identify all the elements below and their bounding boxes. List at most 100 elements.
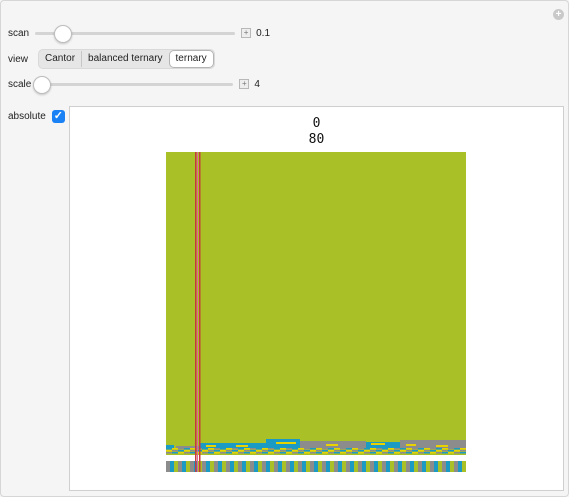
view-row: view Cantor balanced ternary ternary bbox=[8, 49, 215, 69]
scale-label: scale bbox=[8, 78, 32, 90]
band-stripe bbox=[460, 450, 466, 452]
scale-slider-track bbox=[33, 83, 234, 86]
bottom-stripe bbox=[230, 461, 234, 472]
band-stripe bbox=[334, 448, 340, 450]
band-stripe bbox=[262, 452, 268, 454]
band-stripe bbox=[268, 448, 274, 450]
band-stripe bbox=[274, 448, 280, 450]
band-stripe bbox=[316, 450, 322, 452]
absolute-checkbox[interactable]: ✓ bbox=[51, 109, 65, 123]
band-stripe bbox=[430, 448, 436, 450]
bottom-stripe bbox=[378, 461, 382, 472]
band-stripe bbox=[298, 448, 304, 450]
band-stripe bbox=[238, 452, 244, 454]
band-stripe bbox=[292, 448, 298, 450]
bottom-stripe bbox=[278, 461, 282, 472]
band-stripe bbox=[430, 452, 436, 454]
band-stripe bbox=[364, 452, 370, 454]
band-stripe bbox=[232, 452, 238, 454]
bottom-stripe bbox=[202, 461, 206, 472]
band-stripe bbox=[358, 448, 364, 450]
band-stripe bbox=[454, 448, 460, 450]
band-stripe bbox=[304, 450, 310, 452]
bottom-stripe bbox=[458, 461, 462, 472]
band-stripe bbox=[376, 450, 382, 452]
band-stripe bbox=[274, 452, 280, 454]
band-stripe bbox=[256, 450, 262, 452]
band-stripe bbox=[382, 450, 388, 452]
band-stripe bbox=[400, 452, 406, 454]
band-stripe bbox=[448, 452, 454, 454]
bottom-stripe bbox=[222, 461, 226, 472]
bottom-stripe bbox=[358, 461, 362, 472]
bottom-stripe bbox=[306, 461, 310, 472]
bottom-stripe bbox=[322, 461, 326, 472]
band-stripe bbox=[262, 448, 268, 450]
view-option-cantor[interactable]: Cantor bbox=[39, 51, 81, 67]
profile-highlight bbox=[206, 445, 216, 447]
bottom-stripe bbox=[318, 461, 322, 472]
profile-step bbox=[166, 445, 174, 448]
bottom-stripe bbox=[254, 461, 258, 472]
view-option-balanced-ternary[interactable]: balanced ternary bbox=[81, 51, 169, 67]
band-stripe bbox=[244, 452, 250, 454]
plot-background bbox=[166, 152, 466, 472]
scan-expand-icon[interactable]: + bbox=[241, 28, 252, 38]
band-stripe bbox=[418, 448, 424, 450]
band-stripe bbox=[178, 452, 184, 454]
band-stripe bbox=[304, 448, 310, 450]
band-stripe bbox=[388, 450, 394, 452]
band-stripe bbox=[400, 450, 406, 452]
bottom-stripe bbox=[414, 461, 418, 472]
band-stripe bbox=[412, 450, 418, 452]
bottom-stripe bbox=[462, 461, 466, 472]
band-stripe bbox=[316, 452, 322, 454]
band-stripe bbox=[418, 452, 424, 454]
view-selector: Cantor balanced ternary ternary bbox=[38, 49, 215, 69]
scan-line-right bbox=[199, 152, 201, 472]
bottom-stripe bbox=[354, 461, 358, 472]
band-stripe bbox=[208, 452, 214, 454]
scan-slider[interactable] bbox=[35, 24, 236, 43]
band-stripe bbox=[346, 448, 352, 450]
band-stripe bbox=[226, 448, 232, 450]
band-stripe bbox=[394, 452, 400, 454]
bottom-stripe bbox=[438, 461, 442, 472]
bottom-stripe bbox=[186, 461, 190, 472]
scale-slider-thumb[interactable] bbox=[33, 76, 52, 94]
bottom-stripe bbox=[410, 461, 414, 472]
scan-line-mid bbox=[197, 152, 198, 472]
band-stripe bbox=[430, 450, 436, 452]
bottom-stripe bbox=[402, 461, 406, 472]
scale-expand-icon[interactable]: + bbox=[239, 79, 250, 89]
band-stripe bbox=[436, 452, 442, 454]
bottom-stripe bbox=[290, 461, 294, 472]
scale-slider[interactable] bbox=[33, 75, 234, 94]
profile-highlight bbox=[326, 444, 338, 446]
band-stripe bbox=[238, 448, 244, 450]
band-stripe bbox=[448, 448, 454, 450]
band-stripe bbox=[238, 450, 244, 452]
bottom-stripe bbox=[294, 461, 298, 472]
band-stripe bbox=[244, 448, 250, 450]
band-stripe bbox=[268, 450, 274, 452]
band-stripe bbox=[394, 448, 400, 450]
scan-slider-thumb[interactable] bbox=[53, 25, 72, 43]
view-option-ternary[interactable]: ternary bbox=[168, 50, 214, 68]
band-stripe bbox=[454, 452, 460, 454]
options-plus-icon[interactable]: + bbox=[553, 9, 564, 20]
band-stripe bbox=[358, 452, 364, 454]
bottom-stripe bbox=[426, 461, 430, 472]
band-stripe bbox=[322, 448, 328, 450]
bottom-stripe bbox=[238, 461, 242, 472]
band-stripe bbox=[436, 448, 442, 450]
band-stripe bbox=[184, 450, 190, 452]
band-stripe bbox=[166, 452, 172, 454]
band-stripe bbox=[226, 452, 232, 454]
band-stripe bbox=[214, 450, 220, 452]
bottom-stripe bbox=[346, 461, 350, 472]
band-stripe bbox=[352, 448, 358, 450]
band-stripe bbox=[292, 452, 298, 454]
bottom-stripe bbox=[274, 461, 278, 472]
bottom-stripe bbox=[334, 461, 338, 472]
